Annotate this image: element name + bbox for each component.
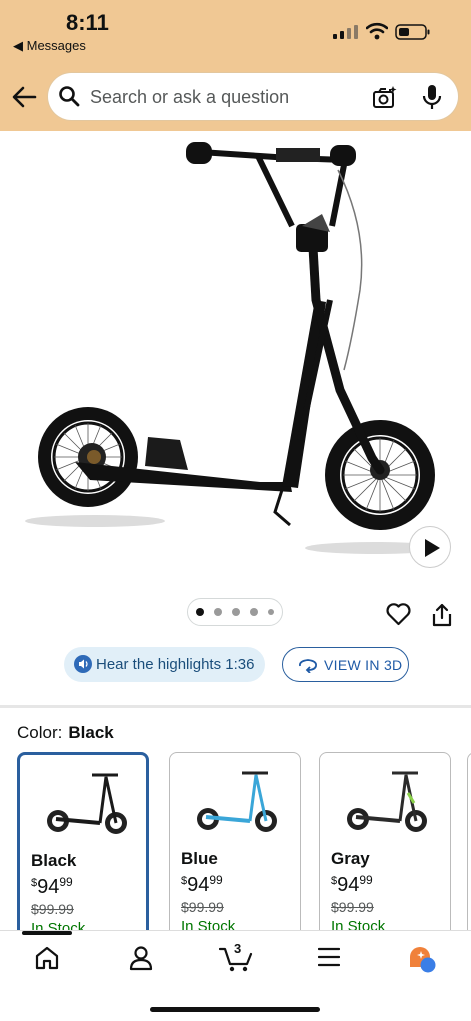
cellular-signal-icon — [333, 25, 358, 39]
price-whole: 94 — [187, 874, 210, 896]
active-tab-indicator — [22, 931, 72, 935]
heart-icon[interactable] — [386, 603, 411, 626]
play-video-button[interactable] — [409, 526, 451, 568]
color-swatch-partial[interactable] — [467, 752, 471, 952]
price-cents: 99 — [59, 875, 73, 889]
account-icon[interactable] — [129, 945, 153, 971]
price-whole: 94 — [37, 876, 60, 898]
battery-icon — [395, 24, 430, 40]
section-divider — [0, 705, 471, 708]
color-swatch-black[interactable]: Black $9499 $99.99 In Stock — [17, 752, 149, 952]
variant-name: Black — [31, 851, 77, 870]
variant-name: Gray — [331, 849, 370, 868]
variant-price: $9499 — [181, 873, 223, 897]
carousel-dot[interactable] — [250, 608, 258, 616]
rufus-assistant-icon[interactable] — [407, 945, 437, 973]
hear-highlights-label: Hear the highlights 1:36 — [96, 656, 255, 673]
selected-color-value: Black — [68, 723, 114, 742]
carousel-dot-active[interactable] — [196, 608, 204, 616]
hear-highlights-button[interactable]: Hear the highlights 1:36 — [64, 647, 265, 682]
wifi-icon — [366, 22, 388, 40]
scooter-thumbnail-blue — [197, 771, 277, 832]
color-selector-label: Color: Black — [17, 723, 114, 743]
home-indicator — [150, 1007, 320, 1012]
image-carousel-indicator[interactable] — [187, 598, 283, 626]
price-cents: 99 — [359, 873, 373, 887]
play-icon — [425, 539, 440, 557]
bottom-navigation-bar: 3 — [0, 930, 471, 1021]
color-swatch-blue[interactable]: Blue $9499 $99.99 In Stock — [169, 752, 301, 952]
camera-search-icon[interactable] — [372, 85, 397, 109]
search-icon — [59, 86, 80, 107]
microphone-icon[interactable] — [422, 84, 442, 110]
status-time: 8:11 — [66, 10, 109, 35]
scooter-thumbnail-gray — [347, 771, 427, 832]
variant-list-price: $99.99 — [181, 899, 224, 915]
carousel-dot[interactable] — [214, 608, 222, 616]
home-icon[interactable] — [35, 945, 59, 971]
search-input[interactable]: Search or ask a question — [90, 87, 289, 108]
product-image-kick-scooter[interactable] — [0, 131, 471, 581]
price-whole: 94 — [337, 874, 360, 896]
cart-icon[interactable] — [219, 945, 253, 973]
variant-price: $9499 — [31, 875, 73, 899]
view-in-3d-button[interactable]: VIEW IN 3D — [282, 647, 409, 682]
search-bar[interactable]: Search or ask a question — [48, 73, 458, 120]
back-arrow-icon[interactable] — [11, 84, 37, 110]
back-to-messages-link[interactable]: ◀ Messages — [13, 38, 86, 54]
carousel-dot[interactable] — [232, 608, 240, 616]
view-in-3d-label: VIEW IN 3D — [324, 657, 403, 673]
rotate-3d-icon — [299, 659, 317, 673]
variant-list-price: $99.99 — [31, 901, 74, 917]
carousel-dot[interactable] — [268, 609, 274, 615]
audio-highlights-icon — [74, 655, 92, 673]
color-label: Color: — [17, 723, 63, 742]
app-header: 8:11 ◀ Messages Search or ask a question — [0, 0, 471, 131]
variant-list-price: $99.99 — [331, 899, 374, 915]
share-icon[interactable] — [432, 603, 452, 627]
scooter-thumbnail-black — [47, 773, 127, 834]
menu-icon[interactable] — [318, 947, 340, 967]
price-cents: 99 — [209, 873, 223, 887]
variant-name: Blue — [181, 849, 218, 868]
color-swatch-gray[interactable]: Gray $9499 $99.99 In Stock — [319, 752, 451, 952]
variant-price: $9499 — [331, 873, 373, 897]
